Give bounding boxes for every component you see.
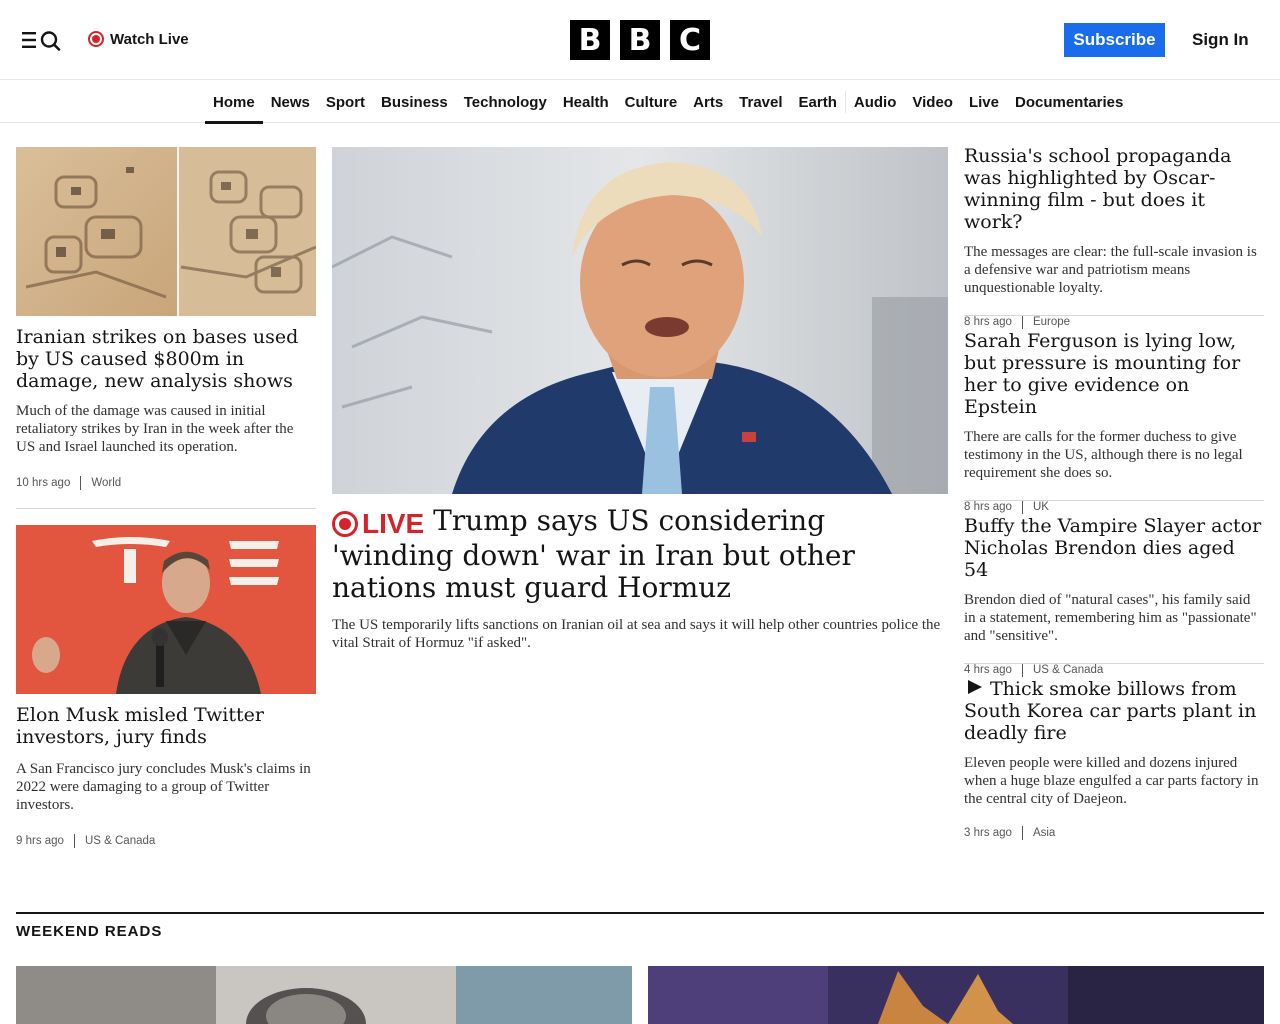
live-indicator-icon xyxy=(88,31,104,47)
top-bar: Watch Live B B C Subscribe Sign In xyxy=(0,0,1280,80)
story-category[interactable]: World xyxy=(91,477,121,489)
story-time: 9 hrs ago xyxy=(16,835,64,847)
nav-item-sport[interactable]: Sport xyxy=(318,81,373,123)
nav-item-documentaries[interactable]: Documentaries xyxy=(1007,81,1131,123)
right-story-2: Sarah Ferguson is lying low, but pressur… xyxy=(964,330,1264,514)
story-category[interactable]: Asia xyxy=(1033,827,1055,839)
meta-separator xyxy=(73,834,75,848)
story-headline[interactable]: Elon Musk misled Twitter investors, jury… xyxy=(16,704,316,748)
main-navigation: Home News Sport Business Technology Heal… xyxy=(0,81,1280,124)
story-headline[interactable]: Buffy the Vampire Slayer actor Nicholas … xyxy=(964,515,1264,581)
story-summary: A San Francisco jury concludes Musk's cl… xyxy=(16,761,311,813)
play-icon xyxy=(968,680,982,694)
live-label: LIVE xyxy=(362,508,425,539)
story-category[interactable]: US & Canada xyxy=(1033,664,1103,676)
nav-item-live[interactable]: Live xyxy=(961,81,1007,123)
trump-image xyxy=(332,147,948,494)
right-story-1: Russia's school propaganda was highlight… xyxy=(964,145,1264,329)
story-headline[interactable]: Sarah Ferguson is lying low, but pressur… xyxy=(964,330,1264,418)
nav-item-audio[interactable]: Audio xyxy=(846,81,905,123)
story-time: 4 hrs ago xyxy=(964,664,1012,676)
sign-in-link[interactable]: Sign In xyxy=(1192,28,1249,52)
satellite-image xyxy=(16,147,316,316)
story-divider xyxy=(964,315,1264,316)
story-meta: 3 hrs ago Asia xyxy=(964,826,1264,840)
bbc-logo[interactable]: B B C xyxy=(570,20,710,60)
nav-item-travel[interactable]: Travel xyxy=(731,81,790,123)
section-rule xyxy=(16,912,1264,914)
nav-item-home[interactable]: Home xyxy=(205,81,263,124)
nav-item-culture[interactable]: Culture xyxy=(617,81,686,123)
story-divider xyxy=(964,500,1264,501)
right-story-4: Thick smoke billows from South Korea car… xyxy=(964,678,1264,840)
story-category[interactable]: Europe xyxy=(1033,316,1070,328)
menu-icon xyxy=(22,31,61,51)
watch-live-link[interactable]: Watch Live xyxy=(88,29,189,49)
watch-live-label: Watch Live xyxy=(110,30,189,48)
story-time: 10 hrs ago xyxy=(16,477,71,489)
story-summary: The messages are clear: the full-scale i… xyxy=(964,244,1257,296)
meta-separator xyxy=(80,476,82,490)
logo-block: C xyxy=(670,20,710,60)
nav-item-health[interactable]: Health xyxy=(555,81,617,123)
weekend-read-image-2[interactable] xyxy=(648,966,1264,1024)
story-image-musk[interactable] xyxy=(16,525,316,694)
story-image-satellite[interactable] xyxy=(16,147,316,316)
main-story-summary: The US temporarily lifts sanctions on Ir… xyxy=(332,617,941,651)
story-category[interactable]: US & Canada xyxy=(85,835,155,847)
nav-item-arts[interactable]: Arts xyxy=(685,81,731,123)
nav-item-news[interactable]: News xyxy=(263,81,318,123)
nav-item-video[interactable]: Video xyxy=(904,81,961,123)
nav-item-technology[interactable]: Technology xyxy=(456,81,555,123)
story-headline[interactable]: Russia's school propaganda was highlight… xyxy=(964,145,1264,233)
musk-image xyxy=(16,525,316,694)
story-summary: Much of the damage was caused in initial… xyxy=(16,403,294,455)
weekend-image-1 xyxy=(16,966,632,1024)
subscribe-button[interactable]: Subscribe xyxy=(1064,23,1165,57)
story-meta: 8 hrs ago Europe xyxy=(964,315,1264,329)
story-headline[interactable]: Iranian strikes on bases used by US caus… xyxy=(16,326,316,392)
story-divider xyxy=(964,663,1264,664)
story-summary: Brendon died of "natural cases", his fam… xyxy=(964,592,1257,644)
logo-block: B xyxy=(570,20,610,60)
story-summary: There are calls for the former duchess t… xyxy=(964,429,1243,481)
story-divider xyxy=(16,508,316,509)
story-time: 8 hrs ago xyxy=(964,316,1012,328)
right-story-3: Buffy the Vampire Slayer actor Nicholas … xyxy=(964,515,1264,677)
nav-list: Home News Sport Business Technology Heal… xyxy=(205,81,1131,124)
left-story-2: Elon Musk misled Twitter investors, jury… xyxy=(16,704,316,848)
nav-item-business[interactable]: Business xyxy=(373,81,456,123)
story-meta: 4 hrs ago US & Canada xyxy=(964,663,1264,677)
left-story-1: Iranian strikes on bases used by US caus… xyxy=(16,326,316,490)
weekend-image-2 xyxy=(648,966,1264,1024)
story-time: 3 hrs ago xyxy=(964,827,1012,839)
nav-item-earth[interactable]: Earth xyxy=(791,81,845,123)
story-category[interactable]: UK xyxy=(1033,501,1049,513)
meta-separator xyxy=(1021,315,1023,329)
meta-separator xyxy=(1021,500,1023,514)
story-headline[interactable]: Thick smoke billows from South Korea car… xyxy=(964,678,1264,744)
story-summary: Eleven people were killed and dozens inj… xyxy=(964,755,1259,807)
main-story-image[interactable] xyxy=(332,147,948,494)
weekend-read-image-1[interactable] xyxy=(16,966,632,1024)
section-title-weekend-reads: WEEKEND READS xyxy=(16,923,163,940)
story-meta: 10 hrs ago World xyxy=(16,476,316,490)
logo-block: B xyxy=(620,20,660,60)
live-icon xyxy=(332,511,358,537)
story-meta: 8 hrs ago UK xyxy=(964,500,1264,514)
story-time: 8 hrs ago xyxy=(964,501,1012,513)
meta-separator xyxy=(1021,663,1023,677)
meta-separator xyxy=(1021,826,1023,840)
menu-search-button[interactable] xyxy=(20,27,64,53)
story-headline-text: Thick smoke billows from South Korea car… xyxy=(964,678,1257,744)
live-badge: LIVE xyxy=(332,508,424,540)
main-story: LIVE Trump says US considering 'winding … xyxy=(332,505,948,652)
main-story-headline[interactable]: LIVE Trump says US considering 'winding … xyxy=(332,505,948,604)
story-meta: 9 hrs ago US & Canada xyxy=(16,834,316,848)
